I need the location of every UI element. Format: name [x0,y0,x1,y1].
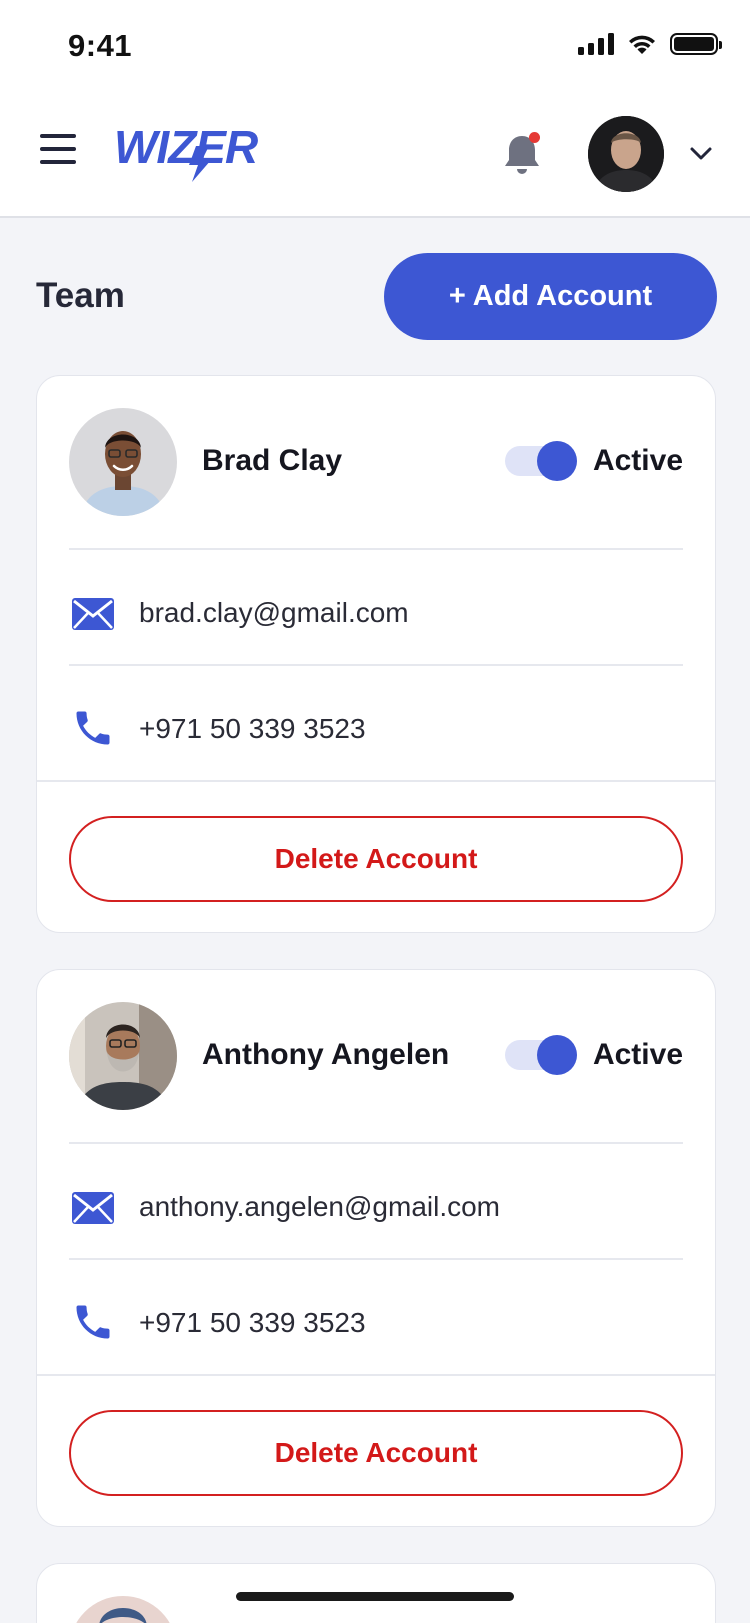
divider [69,1258,683,1260]
mail-icon [72,1192,114,1224]
phone-text[interactable]: +971 50 339 3523 [139,713,366,745]
account-name: Anthony Angelen [202,1038,450,1071]
status-icons [578,32,722,56]
divider [69,548,683,550]
active-toggle[interactable] [505,1035,577,1075]
avatar [69,408,177,516]
divider [37,1374,715,1376]
top-bar: 9:41 WIZER [0,0,750,218]
divider [69,1142,683,1144]
chevron-down-icon[interactable] [688,140,714,166]
email-text[interactable]: brad.clay@gmail.com [139,597,409,629]
divider [37,780,715,782]
phone-icon [76,1305,110,1339]
active-toggle[interactable] [505,441,577,481]
user-avatar[interactable] [588,116,664,192]
avatar [69,1002,177,1110]
battery-icon [670,33,722,55]
home-indicator [236,1592,514,1601]
notification-bell[interactable] [500,130,544,178]
delete-account-button[interactable]: Delete Account [69,1410,683,1496]
mail-icon [72,598,114,630]
avatar [69,1596,177,1623]
phone-text[interactable]: +971 50 339 3523 [139,1307,366,1339]
phone-icon [76,711,110,745]
logo-text: WIZER [114,121,258,173]
wizer-logo[interactable]: WIZER [114,120,294,182]
signal-icon [578,33,614,55]
divider [69,664,683,666]
status-label: Active [592,1038,683,1071]
email-text[interactable]: anthony.angelen@gmail.com [139,1191,500,1223]
add-account-button[interactable]: + Add Account [384,253,717,340]
section-title: Team [36,276,125,315]
delete-account-button[interactable]: Delete Account [69,816,683,902]
status-time: 9:41 [68,28,133,63]
account-name: Brad Clay [202,444,343,477]
menu-icon[interactable] [40,134,76,164]
notification-dot [529,132,540,143]
status-label: Active [592,444,683,477]
wifi-icon [629,35,655,54]
account-card: Brad Clay Active brad.clay@gmail.com +97… [36,375,716,933]
account-card: Anthony Angelen Active anthony.angelen@g… [36,969,716,1527]
